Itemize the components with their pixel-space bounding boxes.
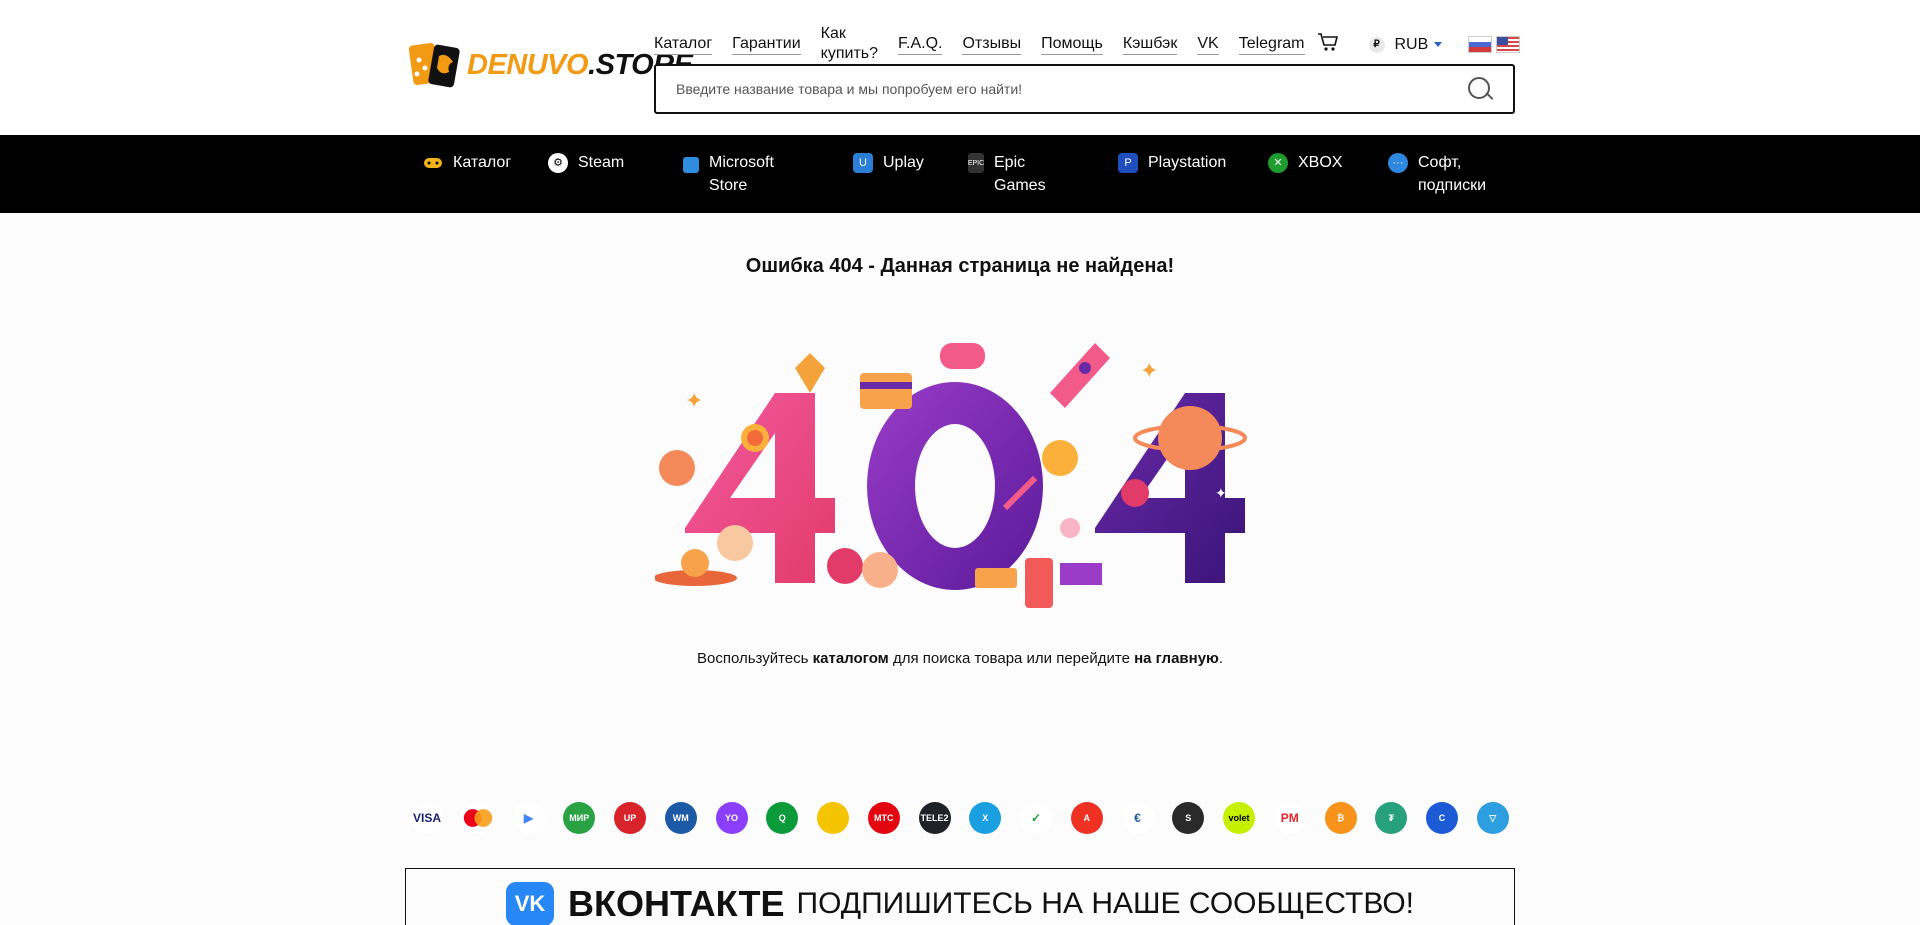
sberpay-icon: ✓ — [1020, 802, 1052, 834]
topnav-faq[interactable]: F.A.Q. — [898, 34, 943, 55]
visa-icon: VISA — [411, 802, 443, 834]
home-link[interactable]: на главную — [1134, 650, 1219, 667]
epic-games-icon: EPIC — [968, 153, 984, 173]
topnav-catalog[interactable]: Каталог — [654, 34, 713, 55]
hint-prefix: Воспользуйтесь — [696, 650, 813, 667]
error-hint: Воспользуйтесь каталогом для поиска това… — [0, 650, 1920, 667]
hint-middle: для поиска товара или перейдите — [888, 650, 1135, 667]
currency-label: RUB — [1394, 35, 1429, 53]
sber-x-icon: X — [969, 802, 1002, 834]
ruble-icon: ₽ — [1368, 36, 1385, 53]
chevron-down-icon — [1434, 42, 1443, 47]
category-label: Софт, подписки — [1418, 154, 1487, 194]
category-label: XBOX — [1298, 154, 1343, 171]
gamepad-icon — [423, 153, 443, 173]
mts-icon: МТС — [867, 802, 900, 834]
category-label: Каталог — [453, 154, 512, 171]
category-label: Uplay — [883, 154, 924, 171]
unionpay-icon: UP — [614, 802, 646, 834]
category-software[interactable]: ··· Софт, подписки — [1388, 151, 1508, 197]
topnav-reviews[interactable]: Отзывы — [962, 34, 1022, 55]
category-xbox[interactable]: ✕ XBOX — [1268, 151, 1368, 174]
volet-icon: volet — [1223, 802, 1255, 834]
category-steam[interactable]: ⚙ Steam — [548, 151, 663, 174]
vk-wordmark: ВКОНТАКТЕ — [567, 882, 785, 924]
svg-text:✦: ✦ — [1215, 485, 1227, 501]
cart-icon[interactable] — [1317, 32, 1339, 57]
playstation-icon: P — [1118, 153, 1138, 173]
page-title: Ошибка 404 - Данная страница не найдена! — [745, 255, 1175, 277]
category-label: Steam — [578, 154, 625, 171]
svg-text:✦: ✦ — [1140, 358, 1158, 383]
error-404-illustration: ✦ ✦ ✦ — [653, 338, 1265, 608]
category-epic-games[interactable]: EPIC Epic Games — [968, 151, 1098, 197]
topnav-telegram[interactable]: Telegram — [1238, 34, 1305, 55]
mir-icon: МИР — [563, 802, 596, 834]
topnav-cashback[interactable]: Кэшбэк — [1122, 34, 1178, 55]
tether-icon: ₮ — [1375, 802, 1408, 834]
topnav-guarantees[interactable]: Гарантии — [732, 34, 801, 55]
c-icon: C — [1426, 802, 1458, 834]
euro-icon: € — [1121, 802, 1154, 834]
svg-text:✦: ✦ — [685, 388, 703, 413]
top-nav: Каталог Гарантии Как купить? F.A.Q. Отзы… — [654, 24, 1521, 65]
category-bar: Каталог ⚙ Steam Microsoft Store U Uplay … — [0, 135, 1920, 213]
language-switcher — [1468, 36, 1521, 53]
steam-icon: ⚙ — [548, 153, 568, 173]
topnav-how-to-buy[interactable]: Как купить? — [820, 24, 879, 65]
tele2-icon: TELE2 — [918, 802, 951, 834]
category-catalog[interactable]: Каталог — [423, 151, 528, 174]
xbox-icon: ✕ — [1268, 153, 1288, 173]
uplay-icon: U — [853, 153, 873, 173]
category-microsoft-store[interactable]: Microsoft Store — [683, 151, 833, 197]
search-bar — [654, 64, 1515, 114]
yoomoney-icon: YO — [715, 802, 748, 834]
error-content: Ошибка 404 - Данная страница не найдена! — [0, 255, 1920, 667]
steam-pay-icon: S — [1172, 802, 1205, 834]
site-header: DENUVO.STORE Каталог Гарантии Как купить… — [0, 0, 1920, 135]
currency-select[interactable]: ₽ RUB — [1368, 35, 1443, 54]
payment-methods: VISA ▶ МИР UP WM YO Q МТС TELE2 X ✓ A € Svolet PM ₿ ₮ C ▽ — [405, 802, 1515, 834]
beeline-icon — [817, 802, 849, 834]
more-icon: ··· — [1388, 153, 1408, 173]
topnav-help[interactable]: Помощь — [1041, 34, 1103, 55]
vk-logo-icon: VK — [505, 881, 554, 925]
category-label: Microsoft Store — [709, 154, 774, 194]
site-logo[interactable]: DENUVO.STORE — [405, 40, 693, 90]
us-flag-icon[interactable] — [1496, 36, 1521, 53]
vk-banner-text: ПОДПИШИТЕСЬ НА НАШЕ СООБЩЕСТВО! — [796, 886, 1415, 920]
catalog-link[interactable]: каталогом — [813, 650, 889, 667]
vk-subscribe-banner[interactable]: VK ВКОНТАКТЕ ПОДПИШИТЕСЬ НА НАШЕ СООБЩЕС… — [405, 868, 1515, 925]
category-uplay[interactable]: U Uplay — [853, 151, 948, 174]
category-label: Playstation — [1148, 154, 1227, 171]
category-label: Epic Games — [994, 154, 1046, 194]
search-icon[interactable] — [1467, 76, 1493, 102]
qiwi-icon: Q — [766, 802, 799, 834]
alfa-icon: A — [1070, 802, 1103, 834]
hint-suffix: . — [1218, 650, 1224, 667]
bitcoin-icon: ₿ — [1324, 802, 1357, 834]
mastercard-icon — [461, 802, 494, 834]
russian-flag-icon[interactable] — [1468, 36, 1493, 53]
google-play-icon: ▶ — [512, 802, 545, 834]
category-playstation[interactable]: P Playstation — [1118, 151, 1248, 174]
webmoney-icon: WM — [664, 802, 697, 834]
topnav-vk[interactable]: VK — [1197, 34, 1219, 55]
tron-icon: ▽ — [1476, 802, 1509, 834]
perfect-money-icon: PM — [1273, 802, 1306, 834]
logo-mark-icon — [405, 40, 465, 90]
microsoft-store-icon — [683, 157, 699, 173]
search-input[interactable] — [676, 81, 1467, 97]
